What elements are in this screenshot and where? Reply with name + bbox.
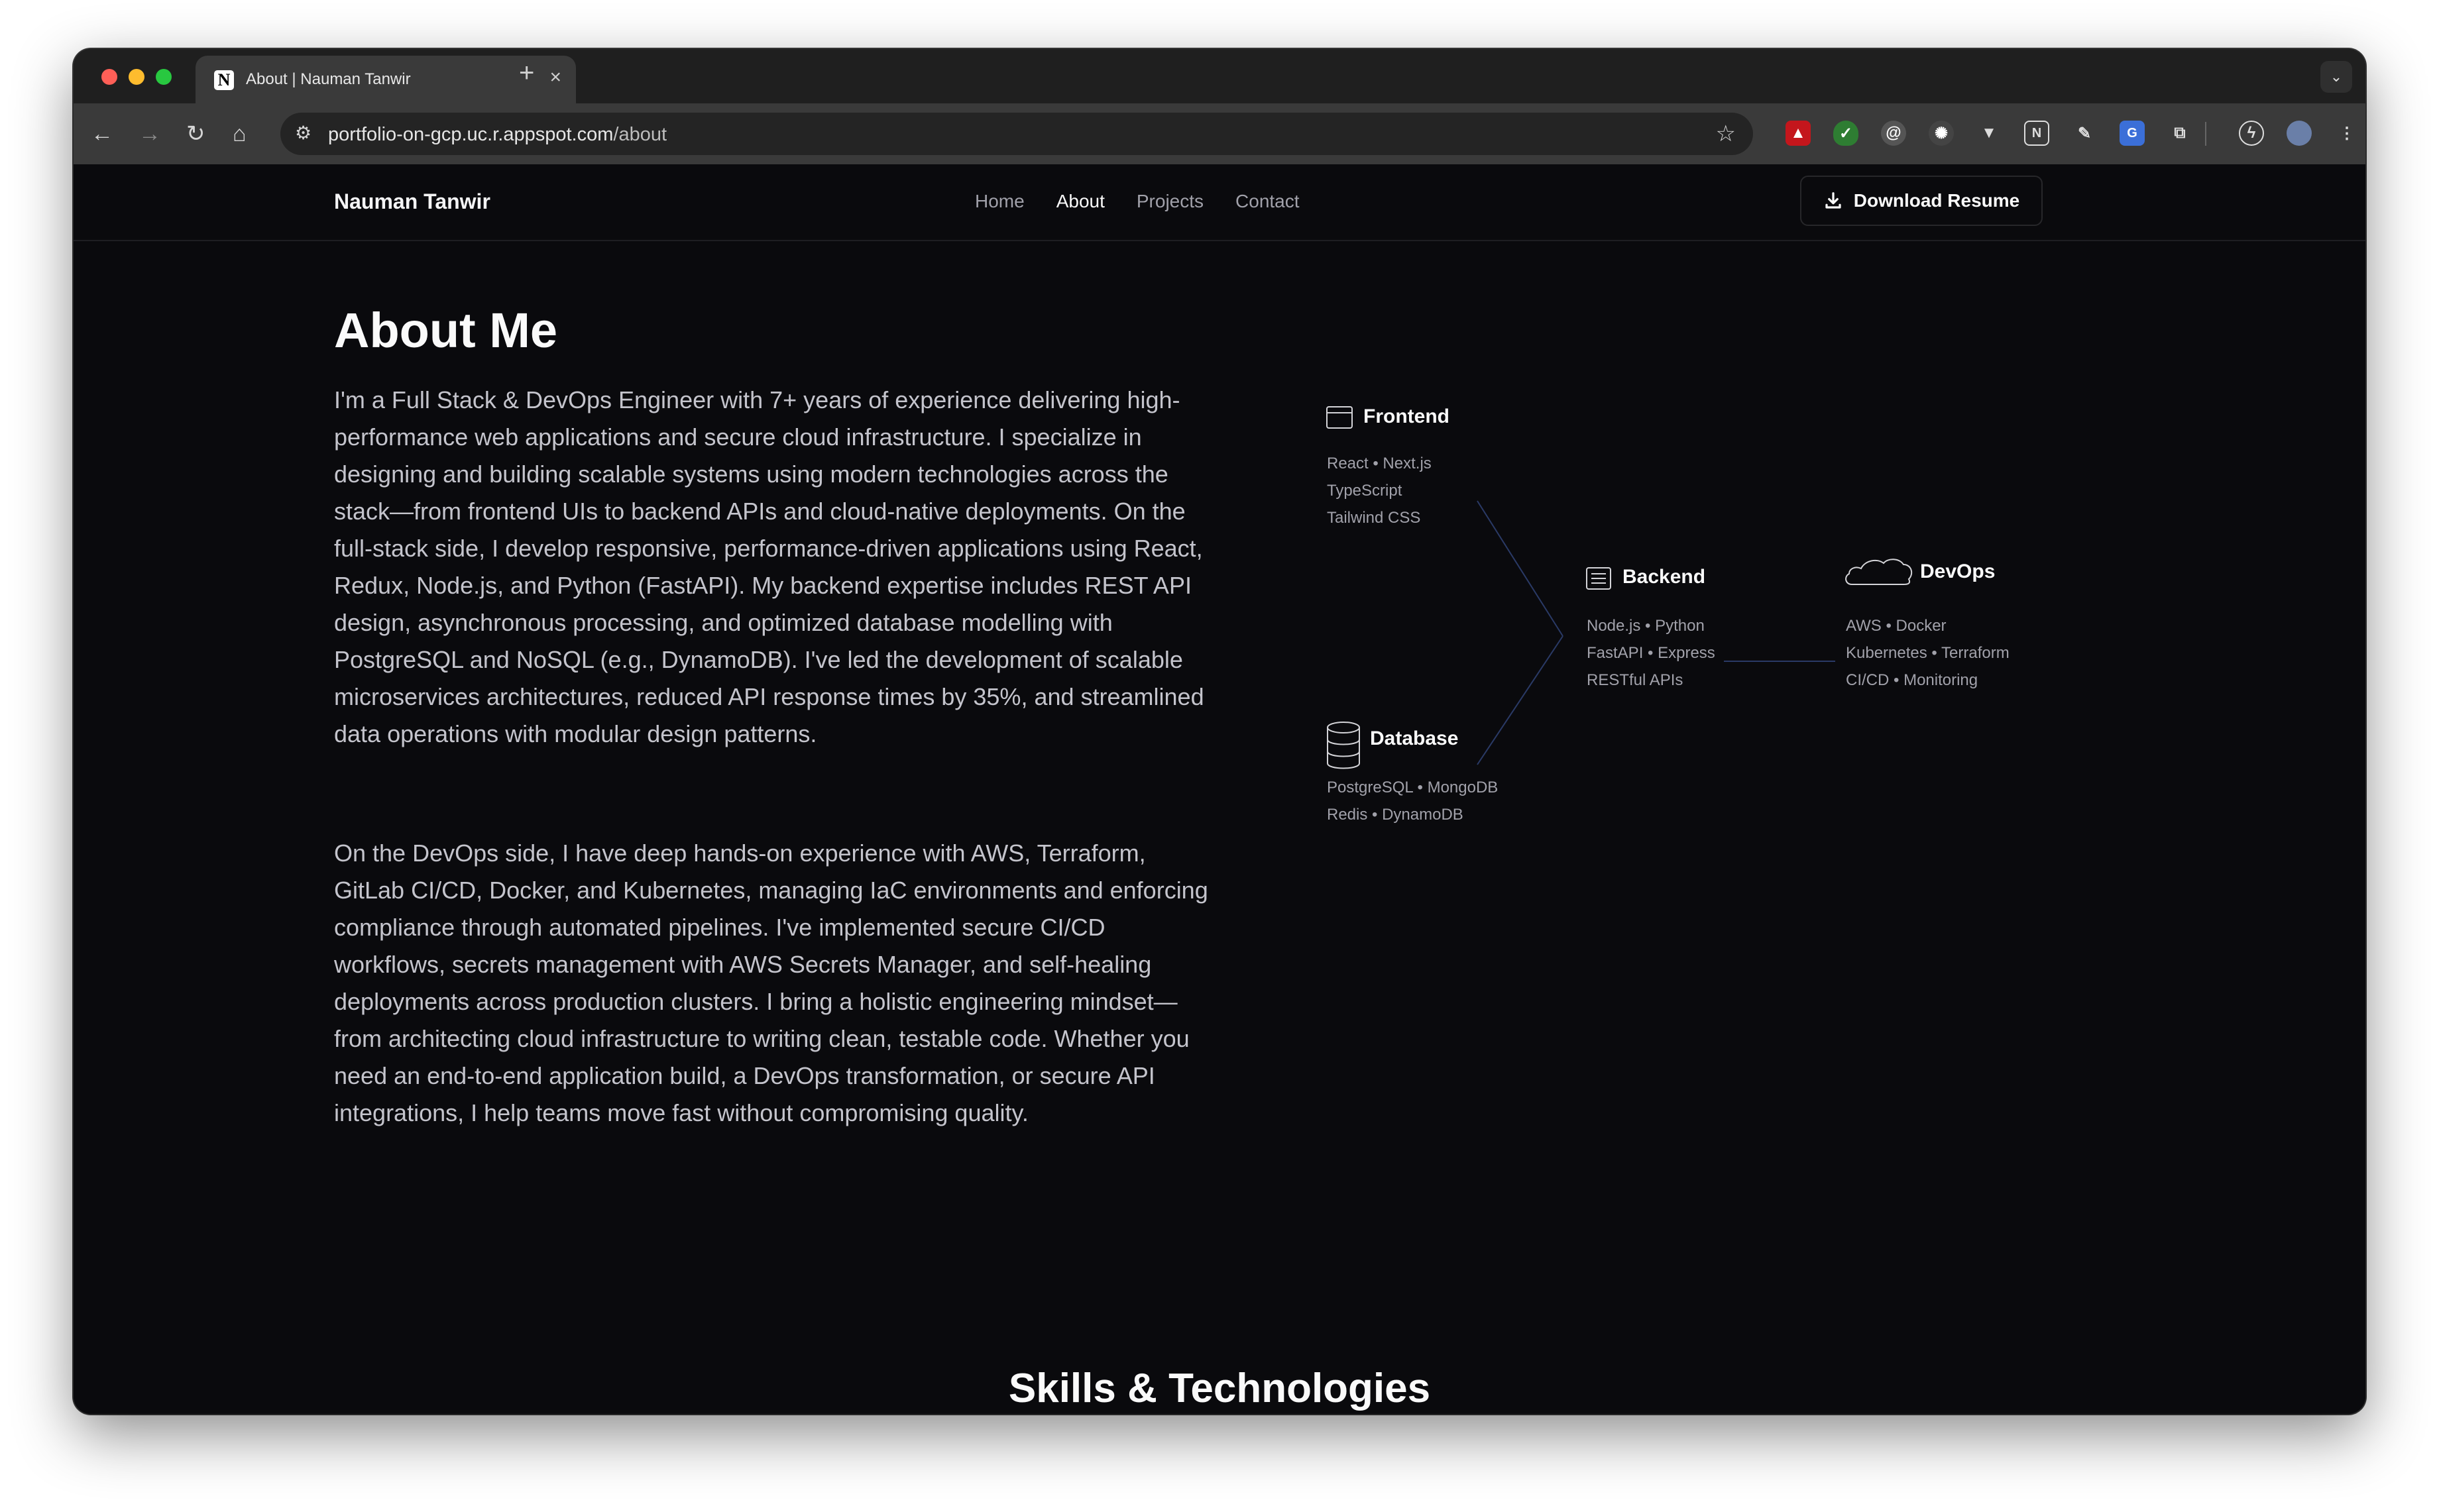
- translate-extension-icon[interactable]: G: [2120, 121, 2145, 146]
- bookmark-star-icon[interactable]: ☆: [1716, 121, 1736, 147]
- site-brand[interactable]: Nauman Tanwir: [334, 189, 490, 214]
- frontend-line-2: TypeScript: [1327, 482, 1402, 500]
- browser-toolbar: ← → ↻ ⌂ ⚙ portfolio-on-gcp.uc.r.appspot.…: [74, 103, 2365, 164]
- pdf-extension-icon[interactable]: ▲: [1786, 121, 1811, 146]
- openai-extension-icon[interactable]: ✺: [1929, 121, 1954, 146]
- frontend-line-3: Tailwind CSS: [1327, 509, 1421, 527]
- notion-extension-icon[interactable]: N: [2024, 121, 2049, 146]
- download-resume-label: Download Resume: [1853, 190, 2020, 211]
- new-tab-icon[interactable]: +: [519, 58, 534, 88]
- about-paragraph-2: On the DevOps side, I have deep hands-on…: [334, 839, 1208, 1126]
- skills-section-title: Skills & Technologies: [1008, 1366, 1431, 1411]
- close-tab-icon[interactable]: ×: [549, 66, 561, 89]
- menu-kebab-icon[interactable]: ⋮: [2334, 121, 2359, 146]
- nav-link-about[interactable]: About: [1056, 191, 1105, 212]
- page-content: Nauman Tanwir Home About Projects Contac…: [74, 164, 2365, 1414]
- toolbar-divider: [2205, 122, 2206, 146]
- back-icon[interactable]: ←: [91, 119, 113, 148]
- frontend-title: Frontend: [1363, 405, 1449, 427]
- site-header: Nauman Tanwir Home About Projects Contac…: [74, 164, 2365, 241]
- profile-avatar[interactable]: [2287, 121, 2312, 146]
- extensions-puzzle-icon[interactable]: ⧉: [2167, 121, 2192, 146]
- main-nav: Home About Projects Contact: [975, 191, 1300, 212]
- notion-favicon-icon: N: [214, 70, 234, 90]
- browser-window: N About | Nauman Tanwir × + ⌄ ← → ↻ ⌂ ⚙ …: [74, 49, 2365, 1414]
- database-backend-connector: [1477, 635, 1563, 765]
- download-icon: [1825, 192, 1841, 209]
- shield-extension-icon[interactable]: ✓: [1833, 121, 1858, 146]
- devops-title: DevOps: [1920, 561, 1996, 582]
- database-line-1: PostgreSQL • MongoDB: [1327, 779, 1499, 796]
- nav-link-projects[interactable]: Projects: [1137, 191, 1204, 212]
- minimize-window-button[interactable]: [129, 69, 144, 85]
- close-window-button[interactable]: [101, 69, 117, 85]
- tab-search-icon[interactable]: ⌄: [2320, 61, 2352, 93]
- nav-link-contact[interactable]: Contact: [1235, 191, 1300, 212]
- address-bar[interactable]: ⚙ portfolio-on-gcp.uc.r.appspot.com/abou…: [280, 113, 1753, 155]
- database-title: Database: [1370, 728, 1459, 749]
- tab-title: About | Nauman Tanwir: [246, 70, 411, 88]
- maximize-window-button[interactable]: [156, 69, 172, 85]
- backend-line-1: Node.js • Python: [1587, 617, 1705, 635]
- server-list-icon: [1586, 567, 1611, 590]
- about-paragraph-1: I'm a Full Stack & DevOps Engineer with …: [334, 386, 1204, 747]
- home-icon[interactable]: ⌂: [233, 119, 247, 148]
- performance-icon[interactable]: ϟ: [2239, 121, 2264, 146]
- backend-line-3: RESTful APIs: [1587, 671, 1683, 689]
- tab-strip: N About | Nauman Tanwir × + ⌄: [74, 49, 2365, 103]
- page-title: About Me: [334, 303, 558, 358]
- download-resume-button[interactable]: Download Resume: [1800, 176, 2043, 226]
- vue-extension-icon[interactable]: ▼: [1976, 121, 2002, 146]
- password-extension-icon[interactable]: @: [1881, 121, 1906, 146]
- cloud-icon: [1845, 559, 1913, 585]
- backend-title: Backend: [1622, 566, 1706, 588]
- browser-window-icon: [1326, 406, 1353, 429]
- reload-icon[interactable]: ↻: [186, 119, 205, 148]
- frontend-line-1: React • Next.js: [1327, 455, 1432, 472]
- database-line-2: Redis • DynamoDB: [1327, 806, 1463, 824]
- site-info-icon[interactable]: ⚙: [295, 122, 312, 144]
- forward-icon[interactable]: →: [139, 119, 161, 148]
- nav-link-home[interactable]: Home: [975, 191, 1025, 212]
- color-picker-icon[interactable]: ✎: [2072, 121, 2097, 146]
- database-icon: [1327, 722, 1360, 769]
- devops-line-3: CI/CD • Monitoring: [1846, 671, 1978, 689]
- frontend-backend-connector: [1477, 500, 1563, 637]
- devops-line-2: Kubernetes • Terraform: [1846, 644, 2010, 662]
- devops-line-1: AWS • Docker: [1846, 617, 1947, 635]
- backend-line-2: FastAPI • Express: [1587, 644, 1715, 662]
- url-text: portfolio-on-gcp.uc.r.appspot.com/about: [328, 124, 667, 145]
